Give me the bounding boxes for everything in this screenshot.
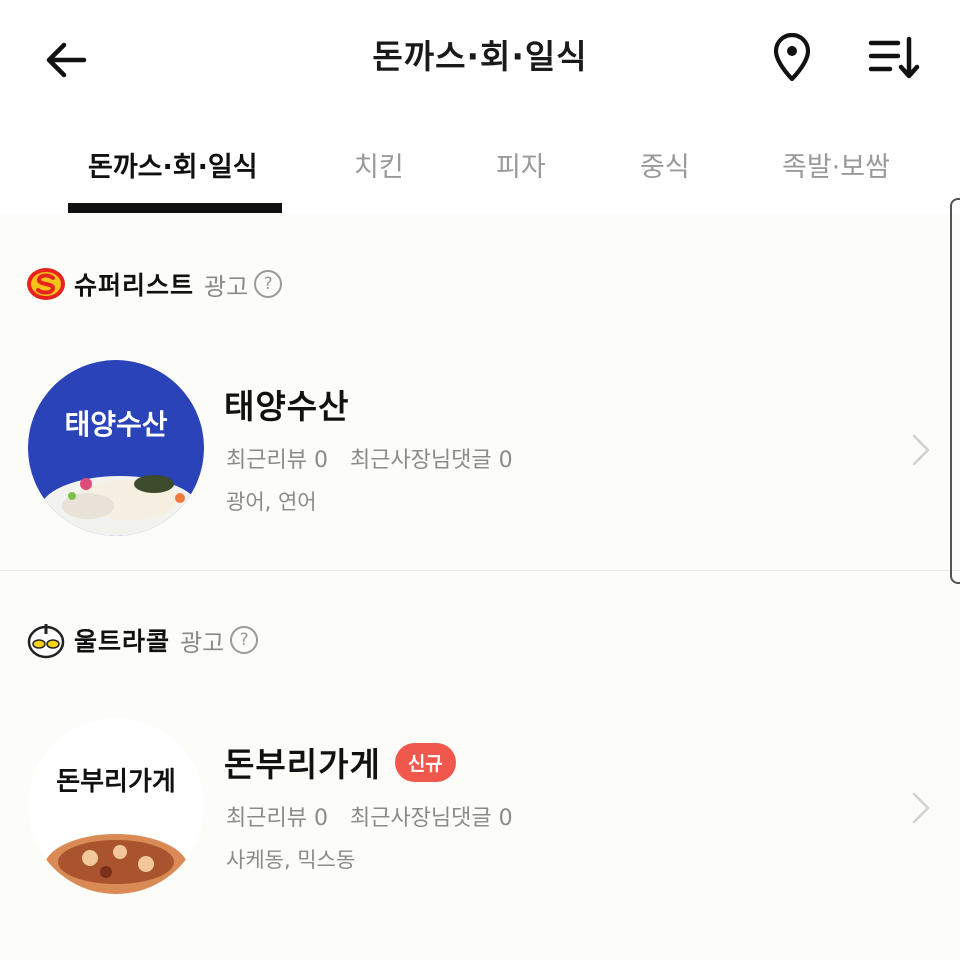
store-name-text: 돈부리가게	[224, 745, 381, 784]
store-name-text: 태양수산	[224, 387, 350, 426]
store-thumbnail: 태양수산	[28, 360, 204, 536]
tab-chicken[interactable]: 치킨	[354, 145, 404, 184]
store-thumbnail: 돈부리가게	[28, 718, 204, 894]
ad-label: 광고	[180, 628, 225, 657]
ad-header-superlist: 슈퍼리스트 광고 ?	[26, 264, 283, 304]
section-divider	[0, 570, 960, 571]
recent-owner-reply-count: 최근사장님댓글 0	[349, 806, 513, 831]
store-stats: 최근리뷰 0 최근사장님댓글 0	[226, 442, 513, 474]
help-icon[interactable]: ?	[254, 270, 283, 298]
thumb-text: 돈부리가게	[56, 767, 176, 797]
store-name[interactable]: 태양수산	[224, 380, 349, 428]
map-pin-icon	[773, 33, 811, 82]
superlist-logo-icon	[27, 268, 65, 300]
ad-label: 광고	[204, 272, 249, 301]
store-name[interactable]: 돈부리가게 신규	[224, 738, 456, 786]
store-stats: 최근리뷰 0 최근사장님댓글 0	[226, 800, 513, 832]
ad-header-ultracall: 울트라콜 광고 ?	[26, 620, 259, 660]
store-card-taeyang[interactable]: 태양수산 태양수산 최근리뷰 0 최근사장님댓글 0 광어, 연어	[0, 340, 960, 560]
chevron-right-icon	[912, 792, 930, 824]
recent-review-count: 최근리뷰 0	[226, 448, 328, 473]
tab-chinese[interactable]: 중식	[640, 145, 690, 184]
category-tabs: 돈까스·회·일식 치킨 피자 중식 족발·보쌈	[0, 115, 960, 215]
ad-brand-name: 슈퍼리스트	[74, 271, 195, 300]
tab-donkatsu[interactable]: 돈까스·회·일식	[88, 145, 258, 184]
help-icon[interactable]: ?	[230, 626, 259, 654]
store-thumbnail-image: 돈부리가게	[28, 718, 204, 894]
ad-brand-name: 울트라콜	[74, 627, 171, 656]
new-badge: 신규	[394, 742, 456, 782]
scrollbar[interactable]	[950, 198, 960, 584]
ultracall-logo-icon	[27, 624, 65, 659]
store-menu: 광어, 연어	[226, 490, 317, 514]
app-header: 돈까스·회·일식	[0, 0, 960, 115]
location-button[interactable]	[764, 28, 820, 88]
active-tab-indicator	[68, 203, 282, 213]
recent-review-count: 최근리뷰 0	[226, 806, 328, 831]
sort-button[interactable]	[862, 30, 926, 86]
chevron-right-icon	[912, 434, 930, 466]
sort-list-icon	[868, 36, 920, 79]
store-thumbnail-image: 태양수산	[28, 360, 204, 536]
thumb-text: 태양수산	[64, 408, 167, 441]
store-menu: 사케동, 믹스동	[226, 848, 356, 872]
tab-jokbal[interactable]: 족발·보쌈	[782, 145, 890, 184]
recent-owner-reply-count: 최근사장님댓글 0	[349, 448, 513, 473]
tab-pizza[interactable]: 피자	[496, 145, 546, 184]
store-card-donburi[interactable]: 돈부리가게 돈부리가게 신규 최근리뷰 0 최근사장님댓글 0 사케동, 믹스동	[0, 700, 960, 920]
